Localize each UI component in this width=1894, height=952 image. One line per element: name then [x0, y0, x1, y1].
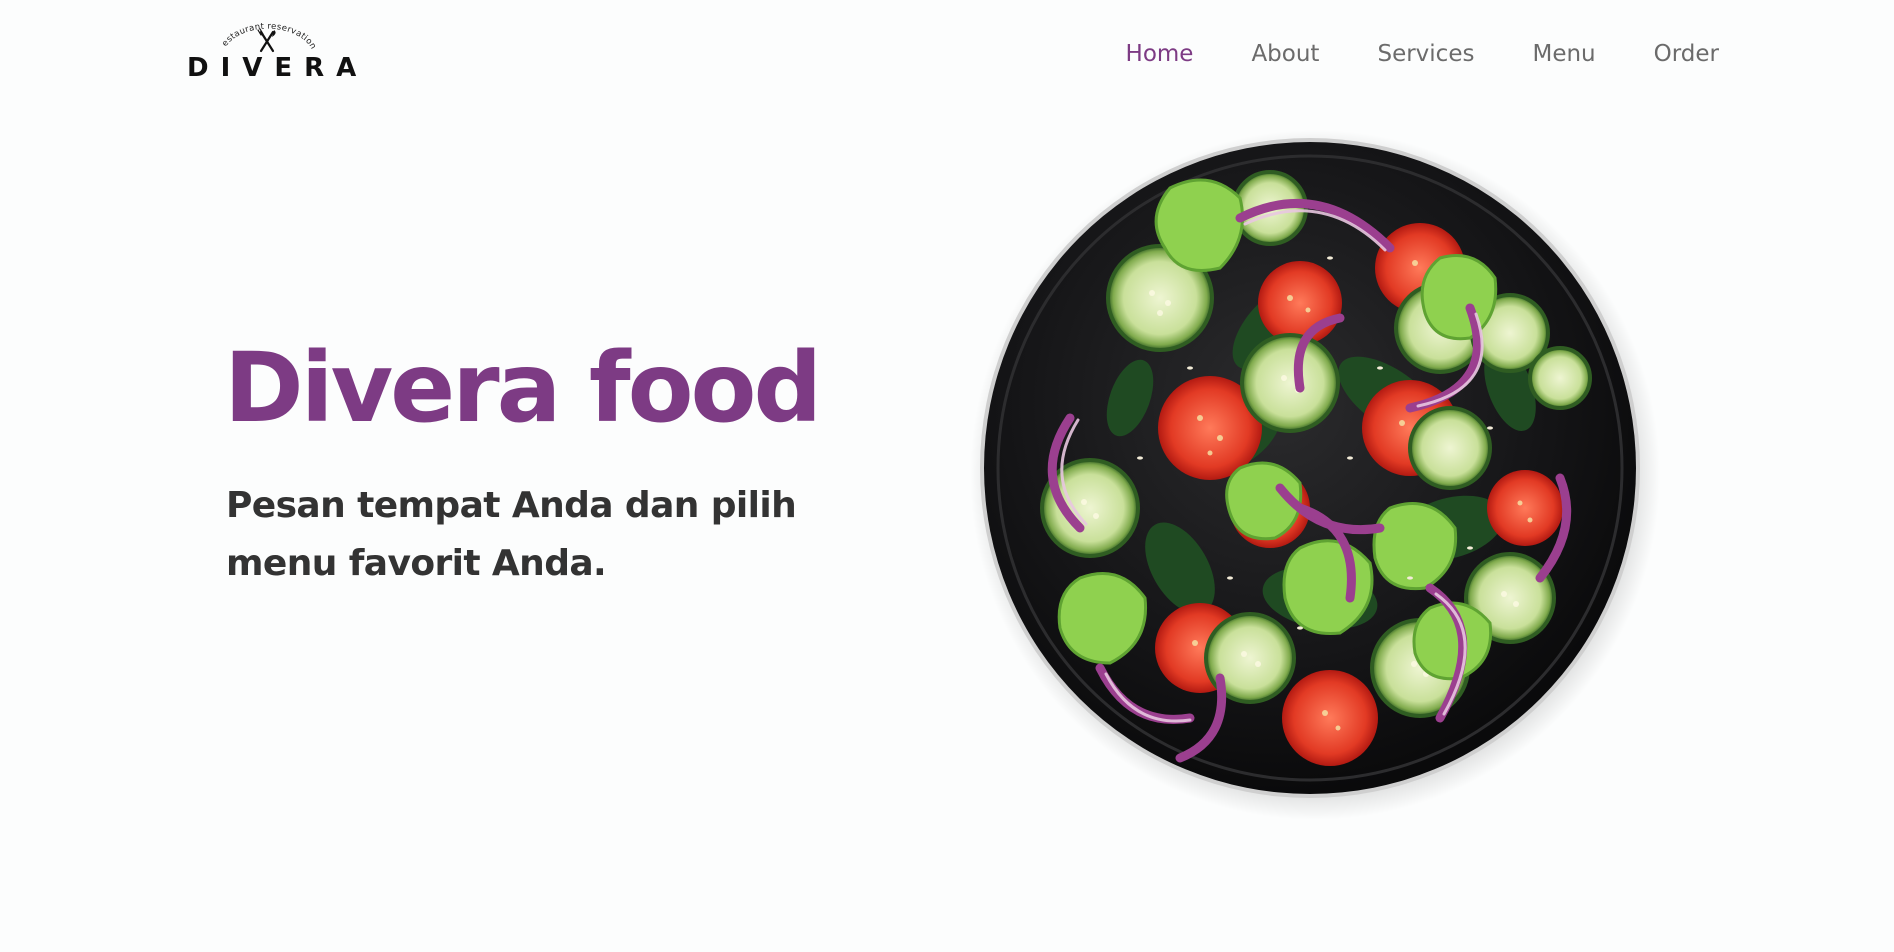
nav-about[interactable]: About [1251, 36, 1319, 72]
nav-home[interactable]: Home [1126, 36, 1194, 72]
hero-title: Divera food [224, 332, 822, 444]
nav-order[interactable]: Order [1654, 36, 1719, 72]
logo-emblem-icon: restaurant reservation [185, 18, 318, 53]
logo-tagline: restaurant reservation [185, 18, 318, 51]
svg-text:restaurant reservation: restaurant reservation [185, 18, 318, 51]
landing-page: restaurant reservation DIVERA Home About… [0, 0, 1894, 952]
hero-subtitle: Pesan tempat Anda dan pilih menu favorit… [226, 485, 797, 584]
main-nav: Home About Services Menu Order [1068, 36, 1719, 72]
nav-menu[interactable]: Menu [1532, 36, 1595, 72]
brand-name: DIVERA [187, 53, 369, 83]
salad-plate-image [970, 128, 1670, 828]
nav-services[interactable]: Services [1377, 36, 1474, 72]
fork-knife-icon [259, 30, 275, 53]
brand-logo[interactable]: restaurant reservation DIVERA [185, 18, 356, 83]
